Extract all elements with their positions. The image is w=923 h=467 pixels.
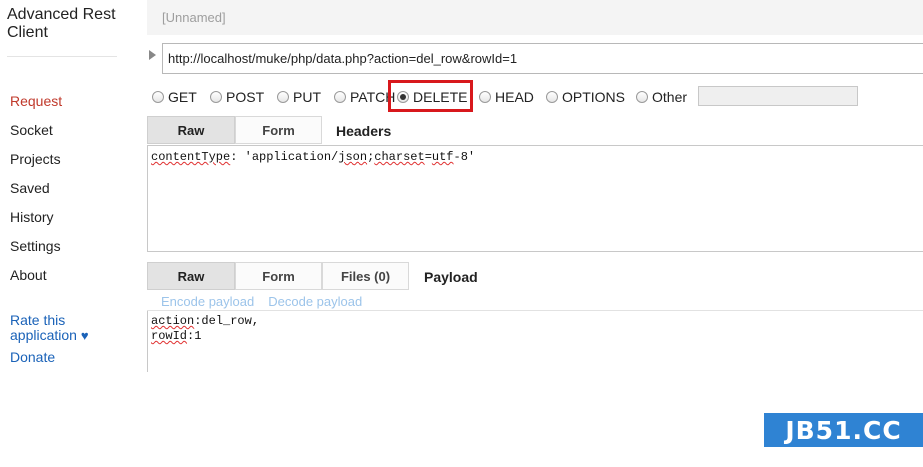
method-post-radio[interactable]: POST <box>210 87 264 107</box>
method-delete-radio[interactable]: DELETE <box>397 87 467 107</box>
payload-value: :del_row, <box>194 314 260 328</box>
sidebar-item-history[interactable]: History <box>10 209 54 225</box>
header-token: -8' <box>453 150 476 164</box>
payload-tab-files[interactable]: Files (0) <box>322 262 409 290</box>
radio-icon <box>546 91 558 103</box>
radio-icon <box>152 91 164 103</box>
payload-key: rowId <box>151 329 188 343</box>
sidebar-divider <box>7 56 117 57</box>
sidebar: Advanced Rest Client Request Socket Proj… <box>0 0 145 372</box>
payload-tab-form[interactable]: Form <box>235 262 322 290</box>
method-delete-label: DELETE <box>413 89 468 105</box>
payload-editor[interactable]: action:del_row, rowId:1 <box>147 311 923 372</box>
other-method-input[interactable] <box>698 86 858 106</box>
headers-tab-form[interactable]: Form <box>235 116 322 144</box>
request-name: [Unnamed] <box>162 10 226 25</box>
method-head-label: HEAD <box>495 89 534 105</box>
sidebar-item-projects[interactable]: Projects <box>10 151 61 167</box>
radio-icon <box>277 91 289 103</box>
payload-line: rowId:1 <box>151 329 920 344</box>
payload-line: action:del_row, <box>151 314 920 329</box>
rate-link-label: Rate this <box>10 312 66 328</box>
sidebar-item-request[interactable]: Request <box>10 93 62 109</box>
decode-payload-link[interactable]: Decode payload <box>268 294 362 309</box>
payload-tab-raw[interactable]: Raw <box>147 262 235 290</box>
method-get-label: GET <box>168 89 197 105</box>
method-options-label: OPTIONS <box>562 89 626 105</box>
radio-icon <box>210 91 222 103</box>
payload-section-label: Payload <box>424 269 478 285</box>
method-other-radio[interactable]: Other <box>636 87 687 107</box>
payload-value: :1 <box>187 329 202 343</box>
method-head-radio[interactable]: HEAD <box>479 87 534 107</box>
payload-encode-links: Encode payload Decode payload <box>161 294 376 309</box>
site-watermark: JB51.CC <box>764 413 923 447</box>
expand-url-arrow-icon[interactable] <box>149 50 156 60</box>
sidebar-item-about[interactable]: About <box>10 267 47 283</box>
app-title: Advanced Rest Client <box>7 6 116 41</box>
header-token: = <box>424 150 432 164</box>
radio-icon <box>636 91 648 103</box>
headers-section-label: Headers <box>336 123 392 139</box>
radio-checked-icon <box>397 91 409 103</box>
method-other-label: Other <box>652 89 688 105</box>
payload-key: action <box>151 314 195 328</box>
rate-link-label-2: application <box>10 327 77 343</box>
heart-icon: ♥ <box>80 328 89 343</box>
header-token: : 'application/ <box>230 150 339 164</box>
encode-payload-link[interactable]: Encode payload <box>161 294 254 309</box>
rate-application-link[interactable]: Rate this application ♥ <box>10 312 89 344</box>
sidebar-item-saved[interactable]: Saved <box>10 180 50 196</box>
header-token: contentType <box>151 150 231 164</box>
sidebar-item-settings[interactable]: Settings <box>10 238 61 254</box>
method-get-radio[interactable]: GET <box>152 87 197 107</box>
headers-editor[interactable]: contentType: 'application/json;charset=u… <box>147 145 923 252</box>
method-put-radio[interactable]: PUT <box>277 87 321 107</box>
method-patch-label: PATCH <box>350 89 396 105</box>
header-token: charset <box>374 150 425 164</box>
url-input[interactable] <box>162 43 923 74</box>
radio-icon <box>479 91 491 103</box>
method-post-label: POST <box>226 89 265 105</box>
donate-link[interactable]: Donate <box>10 350 55 365</box>
radio-icon <box>334 91 346 103</box>
header-token: utf <box>431 150 454 164</box>
header-token: json <box>338 150 368 164</box>
request-name-bar[interactable]: [Unnamed] <box>147 0 923 35</box>
headers-tab-raw[interactable]: Raw <box>147 116 235 144</box>
sidebar-item-socket[interactable]: Socket <box>10 122 53 138</box>
method-patch-radio[interactable]: PATCH <box>334 87 395 107</box>
method-put-label: PUT <box>293 89 321 105</box>
method-options-radio[interactable]: OPTIONS <box>546 87 625 107</box>
